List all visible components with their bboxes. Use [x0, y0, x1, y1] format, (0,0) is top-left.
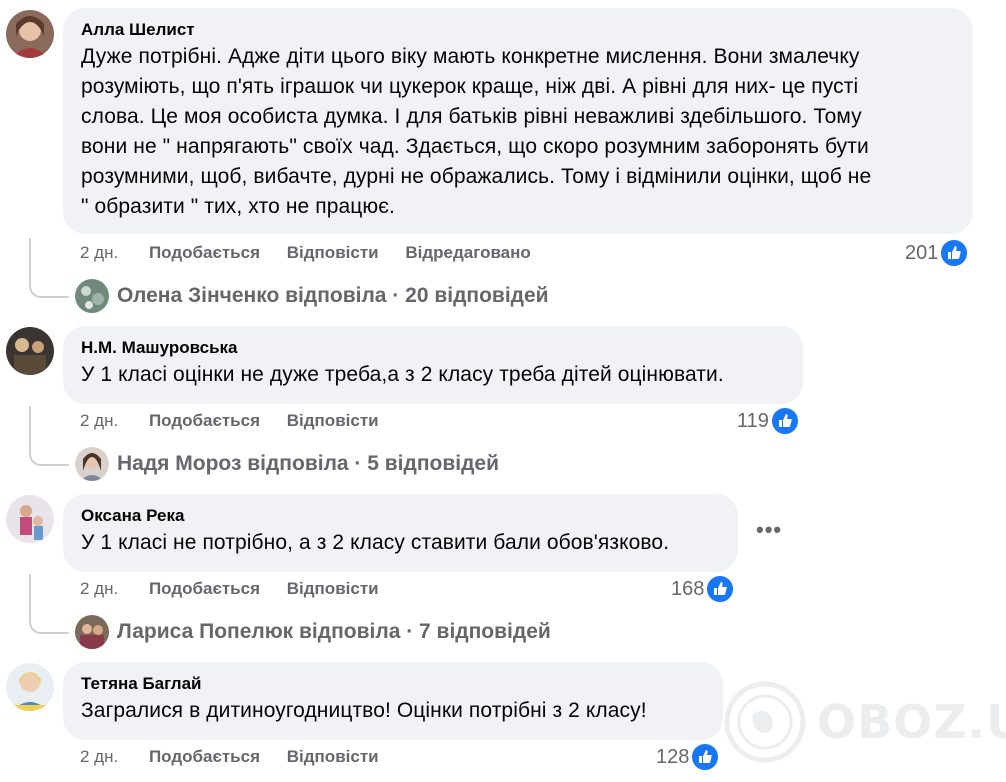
comment-actions: 2 дн. Подобається Відповісти [80, 579, 401, 599]
replies-toggle[interactable]: Лариса Попелюк відповіла · 7 відповідей [75, 614, 551, 650]
watermark-text: OBOZ.UA [817, 695, 1006, 749]
reply-button[interactable]: Відповісти [287, 411, 379, 430]
comment-text: Загралися в дитиноугодництво! Оцінки пот… [81, 699, 647, 722]
replies-toggle[interactable]: Надя Мороз відповіла · 5 відповідей [75, 446, 499, 482]
edited-label[interactable]: Відредаговано [405, 243, 530, 262]
timestamp[interactable]: 2 дн. [80, 243, 118, 262]
globe-logo-icon [724, 681, 806, 763]
thumbs-up-icon [690, 742, 721, 772]
reaction-count[interactable]: 201 [905, 238, 970, 268]
reaction-count[interactable]: 119 [737, 406, 800, 436]
like-button[interactable]: Подобається [149, 579, 260, 598]
comment-author[interactable]: Алла Шелист [81, 20, 955, 40]
comment-bubble: Оксана Река У 1 класі не потрібно, а з 2… [63, 494, 738, 572]
reply-button[interactable]: Відповісти [287, 243, 379, 262]
timestamp[interactable]: 2 дн. [80, 579, 118, 598]
comment-author[interactable]: Н.М. Машуровська [81, 338, 785, 358]
thread-connector [29, 574, 69, 634]
thumbs-up-icon [939, 238, 970, 268]
comment-actions: 2 дн. Подобається Відповісти Відредагова… [80, 243, 553, 263]
avatar[interactable] [6, 663, 54, 711]
comment-text: Дуже потрібні. Адже діти цього віку мают… [81, 45, 872, 218]
comment-text: У 1 класі оцінки не дуже треба,а з 2 кла… [81, 363, 724, 386]
replies-toggle[interactable]: Олена Зінченко відповіла · 20 відповідей [75, 278, 549, 314]
comment-author[interactable]: Тетяна Баглай [81, 674, 705, 694]
avatar [75, 279, 109, 313]
comment-actions: 2 дн. Подобається Відповісти [80, 411, 401, 431]
comment-bubble: Тетяна Баглай Загралися в дитиноугодницт… [63, 662, 723, 740]
watermark: OBOZ.UA [723, 680, 1006, 764]
comment-bubble: Н.М. Машуровська У 1 класі оцінки не дуж… [63, 326, 803, 404]
timestamp[interactable]: 2 дн. [80, 411, 118, 430]
reply-button[interactable]: Відповісти [287, 747, 379, 766]
avatar[interactable] [6, 327, 54, 375]
like-button[interactable]: Подобається [149, 747, 260, 766]
thread-connector [29, 238, 69, 298]
thumbs-up-icon [705, 574, 736, 604]
thread-connector [29, 406, 69, 466]
avatar [75, 447, 109, 481]
timestamp[interactable]: 2 дн. [80, 747, 118, 766]
comment-actions: 2 дн. Подобається Відповісти [80, 747, 401, 767]
avatar [75, 615, 109, 649]
comment-bubble: Алла Шелист Дуже потрібні. Адже діти цьо… [63, 8, 973, 234]
more-horizontal-icon[interactable]: ••• [756, 517, 782, 543]
like-button[interactable]: Подобається [149, 243, 260, 262]
reaction-count[interactable]: 128 [656, 742, 721, 772]
thumbs-up-icon [769, 406, 800, 436]
comment-text: У 1 класі не потрібно, а з 2 класу стави… [81, 531, 670, 554]
avatar[interactable] [6, 10, 54, 58]
avatar[interactable] [6, 495, 54, 543]
reaction-count[interactable]: 168 [671, 574, 736, 604]
like-button[interactable]: Подобається [149, 411, 260, 430]
reply-button[interactable]: Відповісти [287, 579, 379, 598]
comment-author[interactable]: Оксана Река [81, 506, 720, 526]
